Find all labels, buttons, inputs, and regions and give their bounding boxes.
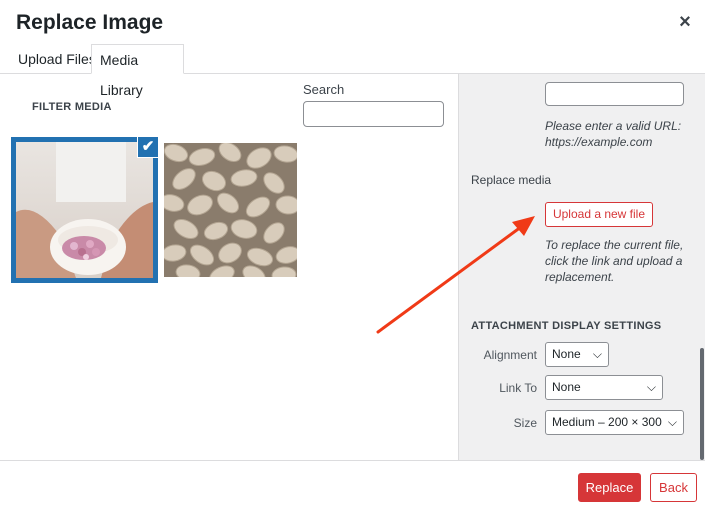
size-value: Medium – 200 × 300: [552, 415, 662, 429]
annotation-arrow-icon: [376, 216, 535, 334]
upload-new-file-button[interactable]: Upload a new file: [545, 202, 653, 227]
oats-image: [164, 143, 297, 277]
replace-media-label: Replace media: [471, 173, 552, 187]
replace-image-modal: Replace Image × Upload Files Media Libra…: [0, 0, 705, 510]
media-thumbnail-oats[interactable]: [164, 143, 297, 277]
tab-bar: Upload Files Media Library: [0, 44, 705, 98]
chevron-down-icon: ⌵: [592, 347, 602, 361]
size-select[interactable]: Medium – 200 × 300 ⌵: [545, 410, 684, 435]
alignment-label: Alignment: [483, 348, 537, 362]
alignment-select[interactable]: None ⌵: [545, 342, 609, 367]
url-help-text: Please enter a valid URL: https://exampl…: [545, 119, 682, 149]
size-label: Size: [513, 416, 537, 430]
chevron-down-icon: ⌵: [646, 380, 656, 394]
media-thumbnail-bowl[interactable]: [13, 139, 156, 281]
search-label: Search: [303, 82, 345, 97]
modal-header: Replace Image ×: [0, 0, 705, 44]
replace-help-text: To replace the current file, click the l…: [545, 238, 684, 284]
tab-media-library[interactable]: Media Library: [91, 44, 184, 98]
link-to-select[interactable]: None ⌵: [545, 375, 663, 400]
back-button[interactable]: Back: [650, 473, 697, 502]
sidebar-scrollbar[interactable]: [700, 348, 704, 460]
url-input[interactable]: [545, 82, 684, 106]
filter-media-label: FILTER MEDIA: [32, 101, 112, 113]
alignment-value: None: [552, 347, 581, 361]
chevron-down-icon: ⌵: [667, 415, 677, 429]
link-to-value: None: [552, 380, 581, 394]
search-input[interactable]: [303, 101, 444, 127]
tab-upload-files[interactable]: Upload Files: [10, 44, 104, 74]
bowl-image: [16, 142, 153, 278]
modal-title: Replace Image: [16, 11, 164, 34]
link-to-label: Link To: [499, 381, 537, 395]
selected-check-icon[interactable]: ✔: [137, 136, 159, 158]
replace-button[interactable]: Replace: [578, 473, 641, 502]
close-icon[interactable]: ×: [675, 12, 695, 32]
